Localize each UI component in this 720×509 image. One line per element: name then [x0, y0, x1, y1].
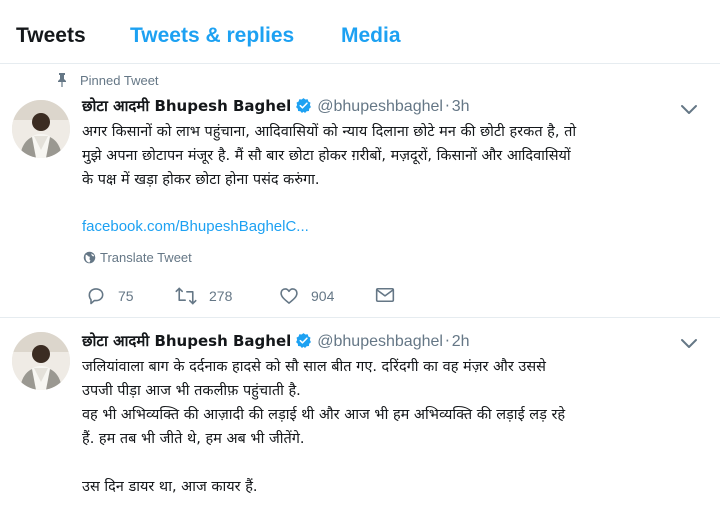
tweet-text: जलियांवाला बाग के दर्दनाक हादसे को सौ सा… [82, 359, 566, 495]
separator-dot: · [444, 97, 450, 115]
display-name[interactable]: छोटा आदमी Bhupesh Baghel [82, 332, 291, 350]
tweet-header: छोटा आदमी Bhupesh Baghel @bhupeshbaghel ·… [82, 331, 470, 351]
tweet-link[interactable]: facebook.com/BhupeshBaghelC... [82, 218, 309, 235]
chevron-down-icon[interactable] [680, 338, 698, 350]
separator-dot: · [444, 332, 450, 350]
retweet-count: 278 [209, 288, 233, 304]
translate-tweet-button[interactable]: Translate Tweet [83, 250, 192, 265]
verified-badge-icon [296, 98, 312, 114]
tab-tweets-and-replies[interactable]: Tweets & replies [130, 24, 294, 48]
direct-message-button[interactable] [375, 286, 407, 304]
heart-icon [280, 288, 298, 304]
pinned-tweet-label: Pinned Tweet [80, 73, 159, 88]
handle[interactable]: @bhupeshbaghel [317, 98, 443, 115]
tab-media[interactable]: Media [341, 24, 401, 48]
retweet-button[interactable]: 278 [175, 286, 232, 306]
chevron-down-icon[interactable] [680, 104, 698, 116]
reply-count: 75 [118, 288, 134, 304]
translate-tweet-label: Translate Tweet [100, 250, 192, 265]
pinned-tweet[interactable]: Pinned Tweet छोटा आदमी Bhupesh Baghel @b… [0, 64, 720, 318]
tab-tweets[interactable]: Tweets [16, 24, 86, 48]
verified-badge-icon [296, 333, 312, 349]
timestamp[interactable]: 3h [452, 98, 470, 115]
handle[interactable]: @bhupeshbaghel [317, 333, 443, 350]
avatar[interactable] [12, 332, 70, 390]
tweet[interactable]: छोटा आदमी Bhupesh Baghel @bhupeshbaghel ·… [0, 318, 720, 509]
timestamp[interactable]: 2h [452, 333, 470, 350]
envelope-icon [375, 287, 395, 303]
display-name[interactable]: छोटा आदमी Bhupesh Baghel [82, 97, 291, 115]
like-button[interactable]: 904 [279, 286, 334, 306]
reply-icon [88, 288, 104, 305]
avatar-photo [12, 100, 70, 158]
avatar[interactable] [12, 100, 70, 158]
profile-tabs: Tweets Tweets & replies Media [0, 0, 720, 64]
reply-button[interactable]: 75 [86, 286, 134, 306]
avatar-photo [12, 332, 70, 390]
tweet-header: छोटा आदमी Bhupesh Baghel @bhupeshbaghel ·… [82, 96, 470, 116]
tweet-text: अगर किसानों को लाभ पहुंचाना, आदिवासियों … [82, 124, 577, 188]
globe-icon [83, 251, 96, 264]
like-count: 904 [311, 288, 335, 304]
retweet-icon [175, 287, 197, 305]
pin-icon [58, 73, 66, 87]
tweet-actions: 75 278 904 [82, 286, 422, 308]
pinned-label-row: Pinned Tweet [56, 73, 159, 88]
